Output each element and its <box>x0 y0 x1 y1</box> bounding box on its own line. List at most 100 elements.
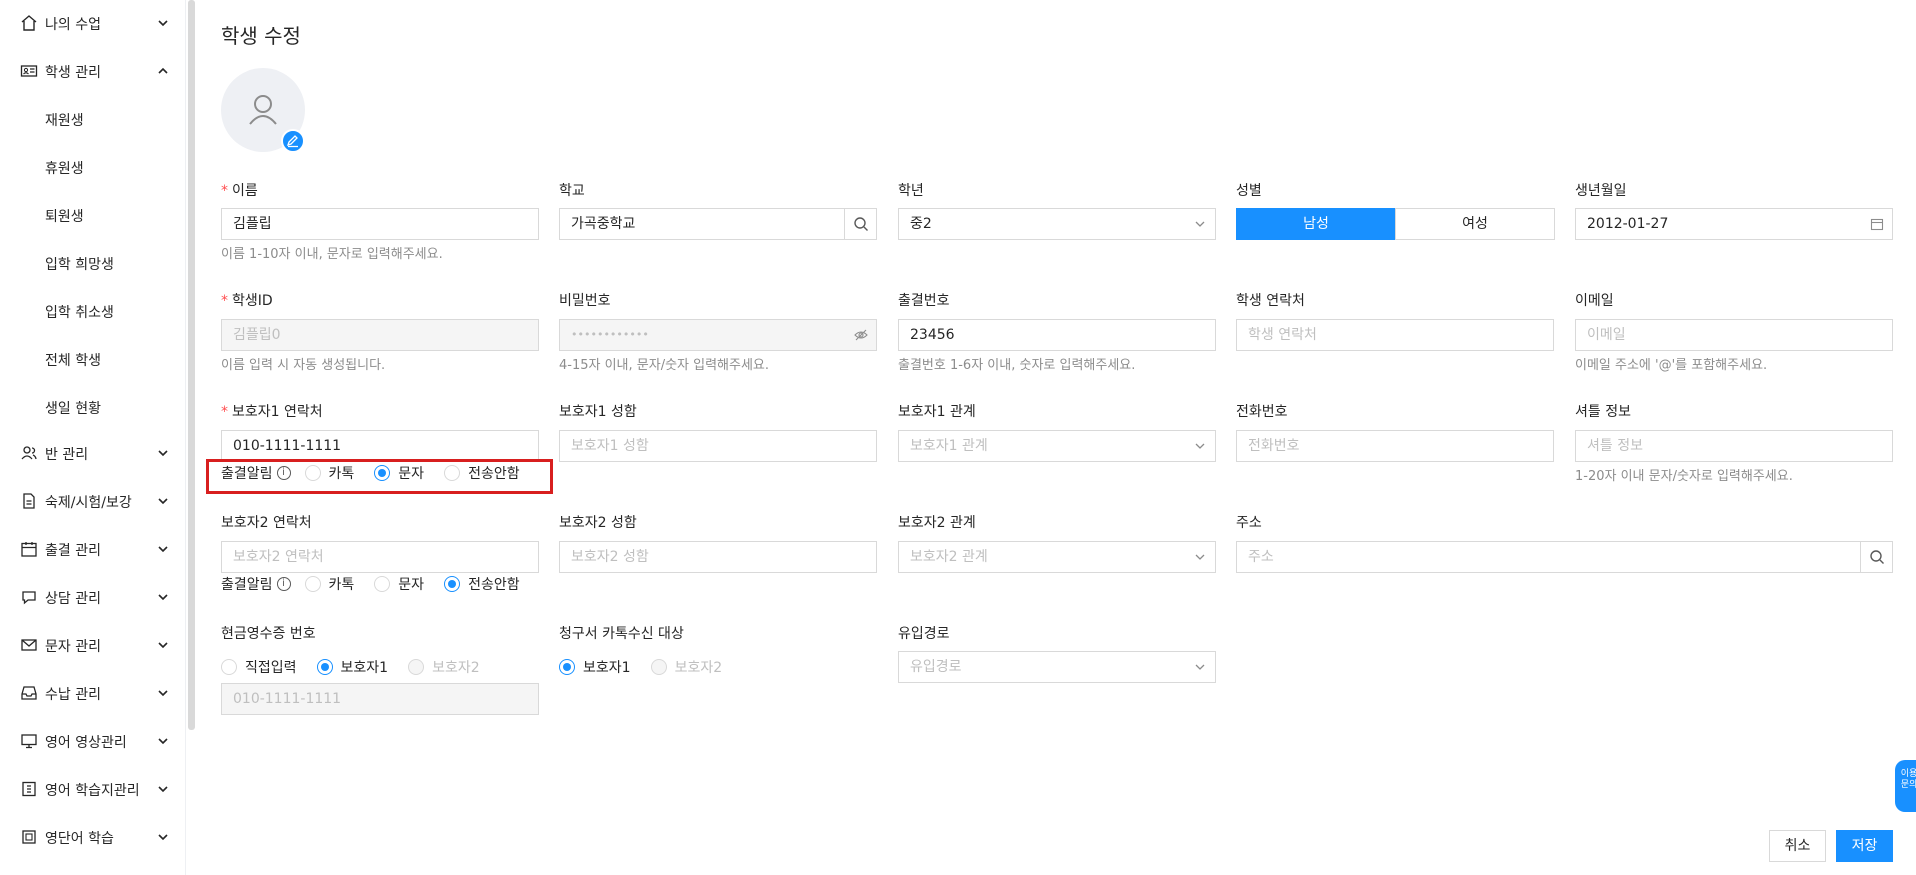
chevron-down-icon <box>1195 664 1205 670</box>
student-id-input: 김플립0 <box>221 319 539 351</box>
avatar-edit-button[interactable] <box>281 129 305 153</box>
guardian2-phone-input[interactable]: 보호자2 연락처 <box>221 541 539 573</box>
guardian2-attendance-alert: 출결알림 i 카톡 문자 전송안함 <box>221 576 520 593</box>
school-input[interactable]: 가곡중학교 <box>559 208 877 240</box>
sidebar-subitem-prospective[interactable]: 입학 희망생 <box>45 254 114 274</box>
gender-female-option[interactable]: 여성 <box>1395 208 1555 240</box>
guardian2-relation-select[interactable]: 보호자2 관계 <box>898 541 1216 573</box>
student-phone-label: 학생 연락처 <box>1236 293 1305 309</box>
inflow-label: 유입경로 <box>898 626 950 642</box>
calendar-icon <box>21 542 37 557</box>
chevron-down-icon <box>158 498 168 505</box>
cancel-button[interactable]: 취소 <box>1769 830 1826 862</box>
email-hint: 이메일 주소에 '@'를 포함해주세요. <box>1575 358 1768 373</box>
sidebar-item-student-management[interactable]: 학생 관리 <box>0 48 180 96</box>
invoice-target-options: 보호자1 보호자2 <box>559 656 742 678</box>
chevron-down-icon <box>158 450 168 457</box>
sidebar-item-my-class[interactable]: 나의 수업 <box>0 0 180 48</box>
chevron-down-icon <box>158 738 168 745</box>
page-title: 학생 수정 <box>221 24 301 48</box>
student-phone-input[interactable]: 학생 연락처 <box>1236 319 1554 351</box>
sidebar-item-payments[interactable]: 수납 관리 <box>0 670 180 718</box>
highlight-box <box>206 459 553 494</box>
invoice-guardian1-radio[interactable] <box>559 659 575 675</box>
guardian1-name-input[interactable]: 보호자1 성함 <box>559 430 877 462</box>
sidebar-item-english-video[interactable]: 영어 영상관리 <box>0 718 180 766</box>
sidebar-scrollbar[interactable] <box>188 0 195 730</box>
guardian2-alert-kakao-radio[interactable] <box>304 576 321 592</box>
grade-select[interactable]: 중2 <box>898 208 1216 240</box>
guardian2-name-label: 보호자2 성함 <box>559 515 637 531</box>
attendance-no-input[interactable]: 23456 <box>898 319 1216 351</box>
address-label: 주소 <box>1236 515 1262 531</box>
student-id-hint: 이름 입력 시 자동 생성됩니다. <box>221 358 386 373</box>
inbox-icon <box>21 686 37 700</box>
password-input[interactable]: •••••••••••• <box>559 319 877 351</box>
sidebar-subitem-enrolled[interactable]: 재원생 <box>45 110 84 130</box>
guardian1-relation-select[interactable]: 보호자1 관계 <box>898 430 1216 462</box>
phone-input[interactable]: 전화번호 <box>1236 430 1554 462</box>
gender-male-option[interactable]: 남성 <box>1236 208 1396 240</box>
home-icon <box>21 15 37 31</box>
school-search-button[interactable] <box>844 209 876 239</box>
save-button[interactable]: 저장 <box>1836 830 1893 862</box>
sidebar-item-english-worksheet[interactable]: 영어 학습지관리 <box>0 766 180 814</box>
gender-label: 성별 <box>1236 183 1262 199</box>
dictionary-icon <box>22 830 36 844</box>
chevron-up-icon <box>158 67 168 74</box>
sidebar-subitem-all-students[interactable]: 전체 학생 <box>45 350 101 370</box>
guardian1-phone-input[interactable]: 010-1111-1111 <box>221 430 539 462</box>
guardian2-alert-sms-radio[interactable] <box>374 576 391 592</box>
sidebar-item-vocabulary[interactable]: 영단어 학습 <box>0 814 180 862</box>
email-input[interactable]: 이메일 <box>1575 319 1893 351</box>
inflow-select[interactable]: 유입경로 <box>898 651 1216 683</box>
sidebar-item-messages[interactable]: 문자 관리 <box>0 622 180 670</box>
password-label: 비밀번호 <box>559 293 611 309</box>
floating-help-tab[interactable]: 이용 문의 <box>1895 760 1916 812</box>
chevron-down-icon <box>1195 554 1205 560</box>
chevron-down-icon <box>158 642 168 649</box>
email-label: 이메일 <box>1575 293 1614 309</box>
guardian2-phone-label: 보호자2 연락처 <box>221 515 312 531</box>
monitor-icon <box>21 734 37 749</box>
document-icon <box>23 493 35 509</box>
search-icon <box>854 217 868 231</box>
cash-receipt-guardian2-radio <box>408 659 425 675</box>
sidebar-item-homework[interactable]: 숙제/시험/보강 <box>0 478 180 526</box>
sidebar-item-counseling[interactable]: 상담 관리 <box>0 574 180 622</box>
name-input[interactable]: 김플립 <box>221 208 539 240</box>
password-hint: 4-15자 이내, 문자/숫자 입력해주세요. <box>559 358 770 373</box>
sidebar-item-class-management[interactable]: 반 관리 <box>0 430 180 478</box>
birth-date-picker[interactable]: 2012-01-27 <box>1575 208 1893 240</box>
guardian1-name-label: 보호자1 성함 <box>559 404 637 420</box>
sidebar-item-attendance[interactable]: 출결 관리 <box>0 526 180 574</box>
sidebar-subitem-birthdays[interactable]: 생일 현황 <box>45 398 101 418</box>
guardian2-name-input[interactable]: 보호자2 성함 <box>559 541 877 573</box>
shuttle-input[interactable]: 셔틀 정보 <box>1575 430 1893 462</box>
chevron-down-icon <box>158 20 168 27</box>
name-hint: 이름 1-10자 이내, 문자로 입력해주세요. <box>221 247 443 262</box>
address-search-button[interactable] <box>1860 542 1892 572</box>
sidebar: 나의 수업 학생 관리 재원생 휴원생 퇴원생 입학 희망생 입학 취소생 전체… <box>0 0 186 875</box>
sidebar-subitem-withdrawn[interactable]: 퇴원생 <box>45 206 84 226</box>
attendance-no-label: 출결번호 <box>898 293 950 309</box>
guardian2-alert-none-radio[interactable] <box>444 576 461 592</box>
info-icon[interactable]: i <box>276 577 291 591</box>
chevron-down-icon <box>158 786 168 793</box>
grade-label: 학년 <box>898 183 924 199</box>
school-label: 학교 <box>559 183 585 199</box>
shuttle-label: 셔틀 정보 <box>1575 404 1631 420</box>
cash-receipt-guardian1-radio[interactable] <box>316 659 333 675</box>
sidebar-subitem-cancelled[interactable]: 입학 취소생 <box>45 302 114 322</box>
student-id-label: * 학생ID <box>221 293 273 309</box>
id-card-icon <box>20 65 38 77</box>
shuttle-hint: 1-20자 이내 문자/숫자로 입력해주세요. <box>1575 469 1793 484</box>
eye-off-icon[interactable] <box>854 328 868 342</box>
cash-receipt-manual-radio[interactable] <box>221 659 237 675</box>
chevron-down-icon <box>158 546 168 553</box>
sidebar-subitem-on-leave[interactable]: 휴원생 <box>45 158 84 178</box>
calendar-icon <box>1870 218 1884 231</box>
address-input[interactable]: 주소 <box>1236 541 1893 573</box>
guardian1-phone-label: * 보호자1 연락처 <box>221 404 323 420</box>
phone-label: 전화번호 <box>1236 404 1288 420</box>
